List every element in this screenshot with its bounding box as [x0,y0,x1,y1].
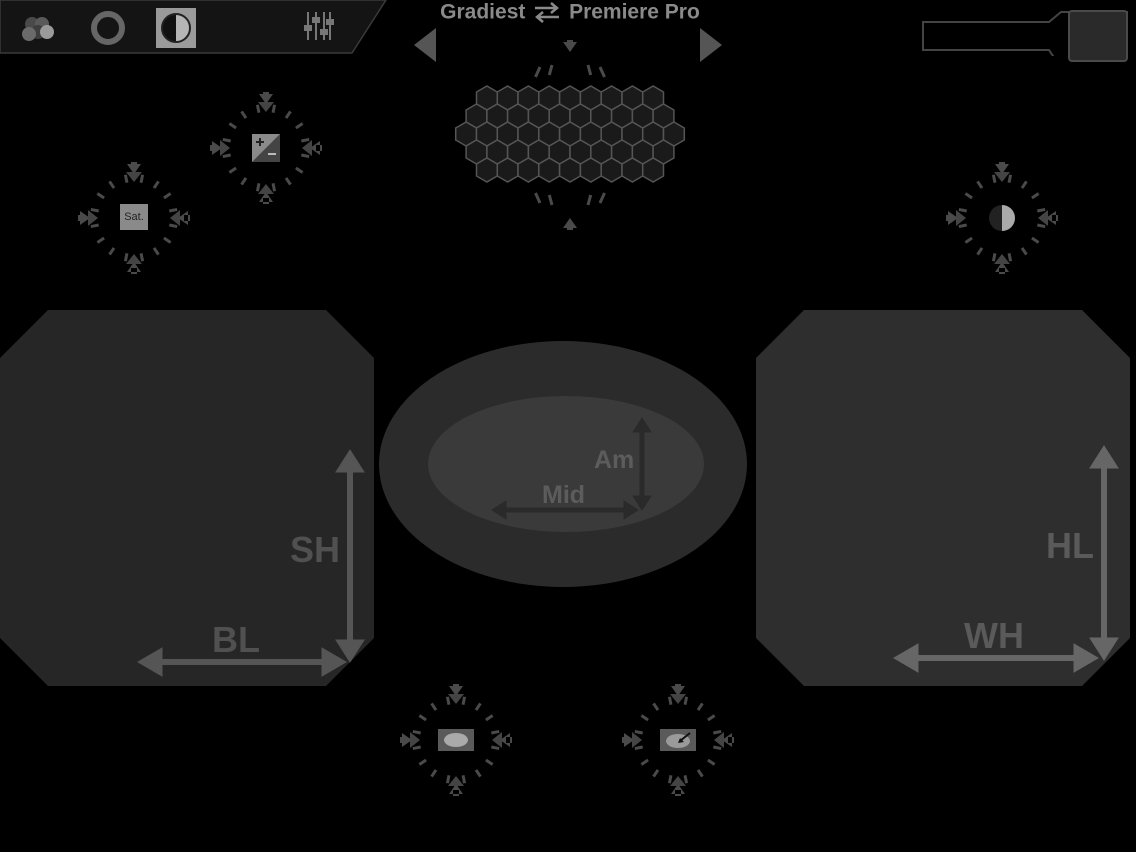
exposure-knob[interactable] [210,92,322,204]
shadows-pad[interactable]: SH BL [0,310,376,686]
slider[interactable] [921,11,1128,56]
page-title: Gradiest Premiere Pro [430,0,710,26]
ring-icon[interactable] [88,8,128,48]
contrast-circle-icon [988,204,1016,232]
amount-label: Am [594,446,635,474]
half-circle-tool[interactable] [156,8,196,48]
sliders-icon[interactable] [300,8,336,44]
vignette-icon [438,729,474,751]
color-circles-icon[interactable] [18,10,58,46]
title-right: Premiere Pro [569,0,700,24]
plus-minus-icon [252,134,280,162]
contrast-knob[interactable] [946,162,1058,274]
hex-grid-icon [454,40,686,230]
midtones-pad[interactable]: Am Mid [378,340,750,588]
saturation-knob[interactable]: Sat. [78,162,190,274]
blacks-label: BL [212,619,260,660]
highlights-label: HL [1046,525,1094,566]
highlights-pad[interactable]: HL WH [756,310,1132,686]
title-left: Gradiest [440,0,526,24]
saturation-label: Sat. [120,204,148,230]
vignette-knob[interactable] [400,684,512,796]
midtones-label: Mid [542,481,586,509]
shadows-label: SH [290,529,341,570]
whites-label: WH [964,615,1024,656]
swap-arrows-icon [535,2,560,24]
hex-grid-knob[interactable] [420,40,720,230]
slider-handle[interactable] [1068,10,1128,62]
eyedropper-icon [660,729,696,751]
eyedropper-knob[interactable] [622,684,734,796]
half-circle-icon [156,8,196,48]
